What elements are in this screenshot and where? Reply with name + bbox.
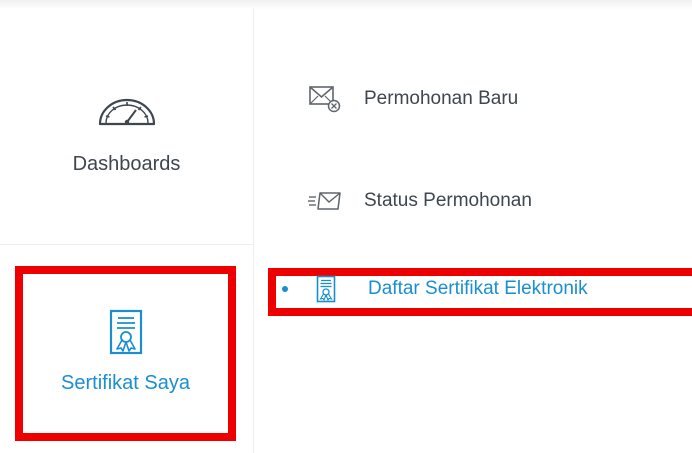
active-bullet bbox=[282, 286, 288, 292]
sidebar-item-sertifikat-saya[interactable]: Sertifikat Saya bbox=[15, 266, 236, 441]
gauge-icon bbox=[96, 96, 158, 131]
sidebar: Dashboards Sertifikat Saya bbox=[0, 8, 254, 453]
menu-item-label: Status Permohonan bbox=[364, 190, 532, 211]
certificate-icon bbox=[109, 309, 143, 360]
menu-item-label: Permohonan Baru bbox=[364, 88, 519, 109]
sidebar-item-label: Sertifikat Saya bbox=[61, 372, 190, 394]
certificate-icon bbox=[314, 274, 338, 304]
menu-item-label: Daftar Sertifikat Elektronik bbox=[368, 278, 588, 299]
menu-item-permohonan-baru[interactable]: Permohonan Baru bbox=[305, 84, 518, 114]
sidebar-item-dashboards[interactable]: Dashboards bbox=[0, 8, 253, 245]
envelope-new-icon bbox=[305, 84, 345, 114]
sidebar-item-label: Dashboards bbox=[72, 153, 181, 175]
envelope-status-icon bbox=[305, 186, 345, 216]
menu-item-daftar-sertifikat-elektronik[interactable]: Daftar Sertifikat Elektronik bbox=[282, 274, 588, 304]
menu-item-status-permohonan[interactable]: Status Permohonan bbox=[305, 186, 532, 216]
